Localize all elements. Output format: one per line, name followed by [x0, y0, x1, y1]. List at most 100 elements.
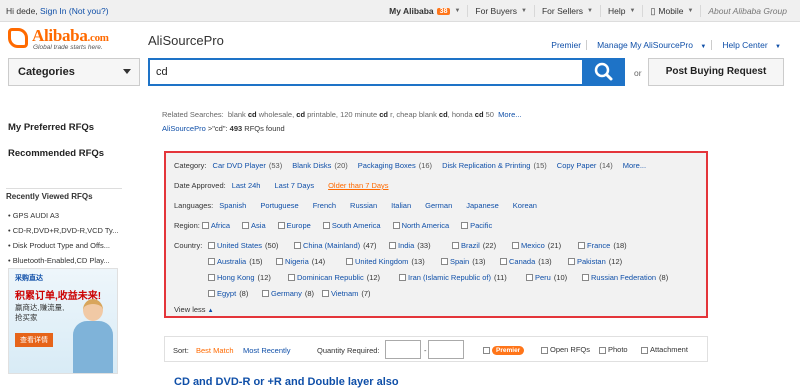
country-link[interactable]: Germany [271, 289, 302, 298]
country-link[interactable]: France [587, 241, 610, 250]
language-link[interactable]: French [313, 201, 336, 210]
country-link[interactable]: Egypt [217, 289, 236, 298]
country-option[interactable]: Egypt (8) [208, 289, 248, 298]
premier-checkbox[interactable] [483, 346, 490, 354]
date-option-7days[interactable]: Last 7 Days [274, 181, 314, 190]
language-link[interactable]: Italian [391, 201, 411, 210]
country-checkbox[interactable] [512, 242, 519, 249]
country-option[interactable]: United Kingdom (13) [346, 257, 425, 266]
list-item[interactable]: • Bluetooth-Enabled,CD Play... [6, 253, 122, 268]
related-item[interactable]: , cd printable [292, 110, 336, 119]
country-option[interactable]: Brazil (22) [452, 241, 496, 250]
region-link[interactable]: Europe [287, 221, 311, 230]
categories-dropdown[interactable]: Categories [8, 58, 140, 86]
country-link[interactable]: Russian Federation [591, 273, 656, 282]
country-link[interactable]: Canada [509, 257, 535, 266]
photo-checkbox[interactable] [599, 346, 606, 354]
country-option[interactable]: Canada (13) [500, 257, 552, 266]
region-link[interactable]: North America [402, 221, 450, 230]
not-you-link[interactable]: (Not you?) [69, 6, 109, 16]
manage-link[interactable]: Manage My AliSourcePro ▼ [586, 40, 711, 50]
related-item[interactable]: , cheap blank cd [392, 110, 447, 119]
country-checkbox[interactable] [582, 274, 589, 281]
category-link[interactable]: Copy Paper [557, 161, 597, 170]
about-link[interactable]: About Alibaba Group [700, 5, 794, 17]
country-link[interactable]: Iran (Islamic Republic of) [408, 273, 491, 282]
language-link[interactable]: Japanese [466, 201, 499, 210]
country-checkbox[interactable] [208, 290, 215, 297]
country-link[interactable]: Peru [535, 273, 551, 282]
attachment-filter[interactable]: Attachment [641, 345, 688, 354]
country-checkbox[interactable] [262, 290, 269, 297]
region-link[interactable]: Pacific [470, 221, 492, 230]
help-center-link[interactable]: Help Center ▼ [711, 40, 786, 50]
category-link[interactable]: Packaging Boxes [358, 161, 416, 170]
photo-filter[interactable]: Photo [599, 345, 628, 354]
related-more-link[interactable]: More... [498, 110, 521, 119]
category-link[interactable]: Car DVD Player [213, 161, 266, 170]
region-link[interactable]: Africa [211, 221, 230, 230]
category-more-link[interactable]: More... [623, 161, 646, 170]
region-link[interactable]: Asia [251, 221, 266, 230]
country-checkbox[interactable] [208, 274, 215, 281]
country-checkbox[interactable] [389, 242, 396, 249]
country-option[interactable]: Australia (15) [208, 257, 263, 266]
related-item[interactable]: blank cd wholesale [228, 110, 292, 119]
open-rfqs-checkbox[interactable] [541, 346, 548, 354]
alibaba-logo[interactable]: Alibaba.com Global trade starts here. [8, 26, 138, 54]
region-checkbox[interactable] [461, 222, 469, 229]
country-link[interactable]: India [398, 241, 414, 250]
country-checkbox[interactable] [294, 242, 301, 249]
promo-cta-button[interactable]: 查看详情 [15, 333, 53, 347]
country-checkbox[interactable] [441, 258, 448, 265]
country-option[interactable]: France (18) [578, 241, 627, 250]
search-input[interactable]: cd [148, 58, 584, 86]
result-title-link[interactable]: CD and DVD-R or +R and Double layer also [174, 376, 399, 388]
country-checkbox[interactable] [399, 274, 406, 281]
country-option[interactable]: Iran (Islamic Republic of) (11) [399, 273, 507, 282]
country-checkbox[interactable] [500, 258, 507, 265]
country-checkbox[interactable] [526, 274, 533, 281]
region-checkbox[interactable] [392, 222, 400, 229]
for-sellers-menu[interactable]: For Sellers ▼ [533, 5, 600, 17]
list-item[interactable]: • Disk Product Type and Offs... [6, 238, 122, 253]
country-option[interactable]: Vietnam (7) [322, 289, 371, 298]
date-option-older[interactable]: Older than 7 Days [328, 181, 388, 190]
country-option[interactable]: Pakistan (12) [568, 257, 622, 266]
country-link[interactable]: Dominican Republic [297, 273, 364, 282]
country-link[interactable]: Mexico [521, 241, 545, 250]
country-link[interactable]: Brazil [461, 241, 480, 250]
help-menu[interactable]: Help ▼ [600, 5, 642, 17]
sign-in-link[interactable]: Sign In [40, 6, 66, 16]
country-option[interactable]: Germany (8) [262, 289, 314, 298]
country-option[interactable]: Russian Federation (8) [582, 273, 668, 282]
country-checkbox[interactable] [346, 258, 353, 265]
country-option[interactable]: Spain (13) [441, 257, 486, 266]
country-checkbox[interactable] [208, 258, 215, 265]
date-option-24h[interactable]: Last 24h [232, 181, 261, 190]
country-link[interactable]: Hong Kong [217, 273, 255, 282]
region-checkbox[interactable] [201, 222, 209, 229]
list-item[interactable]: • GPS AUDI A3 [6, 208, 122, 223]
recommended-rfqs-link[interactable]: Recommended RFQs [8, 148, 104, 159]
language-link[interactable]: Russian [350, 201, 377, 210]
country-checkbox[interactable] [288, 274, 295, 281]
country-option[interactable]: China (Mainland) (47) [294, 241, 376, 250]
country-option[interactable]: Hong Kong (12) [208, 273, 271, 282]
country-checkbox[interactable] [452, 242, 459, 249]
for-buyers-menu[interactable]: For Buyers ▼ [467, 5, 534, 17]
search-button[interactable] [583, 58, 625, 86]
country-checkbox[interactable] [276, 258, 283, 265]
region-link[interactable]: South America [332, 221, 381, 230]
breadcrumb-root-link[interactable]: AliSourcePro [162, 124, 206, 133]
category-link[interactable]: Blank Disks [292, 161, 331, 170]
attachment-checkbox[interactable] [641, 346, 648, 354]
language-link[interactable]: Korean [513, 201, 537, 210]
quantity-max-input[interactable] [428, 340, 464, 359]
related-item[interactable]: , 120 minute cd r [336, 110, 392, 119]
country-link[interactable]: Vietnam [331, 289, 358, 298]
country-option[interactable]: India (33) [389, 241, 431, 250]
sort-most-recently[interactable]: Most Recently [243, 346, 291, 355]
country-checkbox[interactable] [578, 242, 585, 249]
list-item[interactable]: • CD-R,DVD+R,DVD-R,VCD Ty... [6, 223, 122, 238]
